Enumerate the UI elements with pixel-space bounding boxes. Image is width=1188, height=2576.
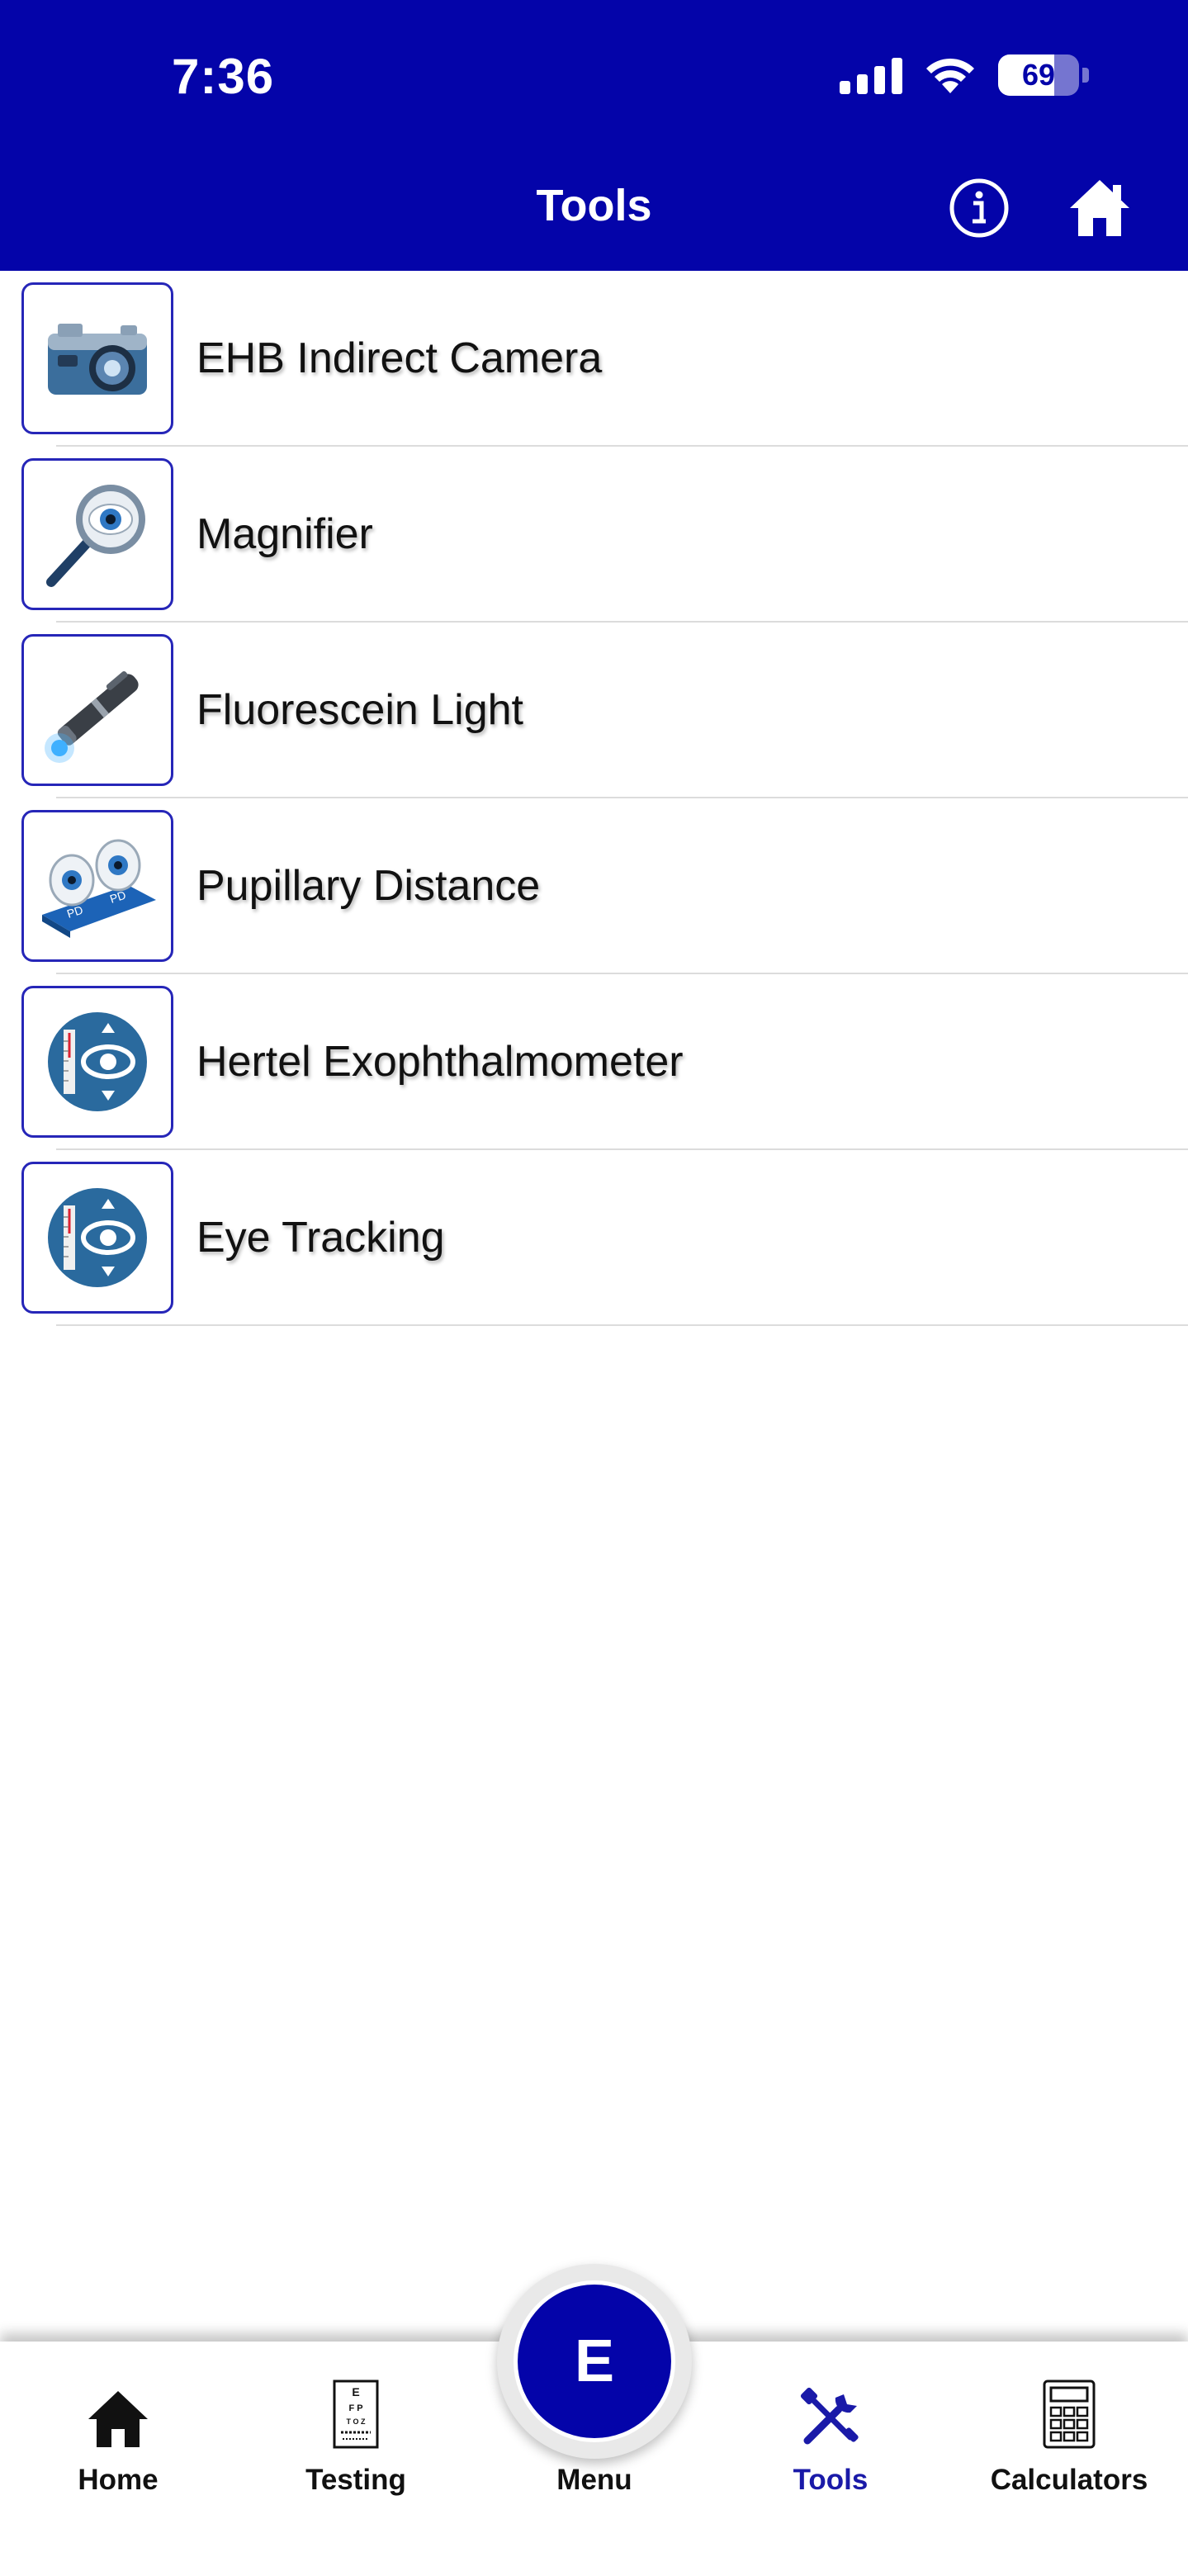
home-icon bbox=[1070, 180, 1129, 236]
tool-label: Eye Tracking bbox=[196, 1214, 445, 1262]
tool-row-pupillary-distance[interactable]: PD PD Pupillary Distance bbox=[0, 798, 1188, 974]
home-tab-icon bbox=[88, 2391, 148, 2447]
tool-label: EHB Indirect Camera bbox=[196, 334, 603, 382]
tab-label: Menu bbox=[556, 2464, 632, 2496]
tools-icon bbox=[800, 2387, 859, 2445]
battery-percent: 69 bbox=[1021, 58, 1056, 92]
wifi-icon bbox=[924, 55, 977, 95]
tool-list: EHB Indirect Camera Magnifier Fluorescei… bbox=[0, 271, 1188, 1326]
tab-tools[interactable]: Tools bbox=[748, 2366, 913, 2497]
battery-cap bbox=[1082, 68, 1089, 83]
app-screen: 7:36 69 Tools EHB Indirect Camera Magnif… bbox=[0, 0, 1188, 2576]
tab-testing[interactable]: E F P T O Z Testing bbox=[273, 2366, 438, 2497]
penlight-icon bbox=[21, 634, 173, 786]
eye-chart-icon: E F P T O Z bbox=[333, 2379, 379, 2449]
top-bar: 7:36 69 Tools bbox=[0, 0, 1188, 271]
calculator-icon bbox=[1043, 2379, 1096, 2449]
status-time: 7:36 bbox=[172, 49, 275, 104]
battery-indicator: 69 bbox=[998, 54, 1079, 96]
eye-tracking-icon bbox=[21, 1162, 173, 1314]
tool-row-eye-tracking[interactable]: Eye Tracking bbox=[0, 1150, 1188, 1326]
pupillary-distance-icon: PD PD bbox=[21, 810, 173, 962]
info-icon bbox=[949, 178, 1009, 238]
magnifier-icon bbox=[21, 458, 173, 610]
menu-fab-button[interactable]: E bbox=[497, 2264, 692, 2459]
svg-text:E: E bbox=[352, 2385, 359, 2398]
cellular-signal-icon bbox=[840, 56, 902, 94]
exophthalmometer-icon bbox=[21, 986, 173, 1138]
tab-label: Tools bbox=[793, 2464, 869, 2496]
camera-icon bbox=[21, 282, 173, 434]
tool-row-magnifier[interactable]: Magnifier bbox=[0, 447, 1188, 623]
tool-row-ehb-indirect-camera[interactable]: EHB Indirect Camera bbox=[0, 271, 1188, 447]
tab-label: Home bbox=[78, 2464, 159, 2496]
home-button[interactable] bbox=[1065, 173, 1134, 243]
svg-text:F P: F P bbox=[348, 2403, 362, 2413]
info-button[interactable] bbox=[944, 173, 1014, 243]
tool-row-fluorescein-light[interactable]: Fluorescein Light bbox=[0, 623, 1188, 798]
tool-label: Magnifier bbox=[196, 510, 373, 558]
menu-badge: E bbox=[514, 2280, 675, 2442]
svg-text:T O Z: T O Z bbox=[347, 2417, 366, 2426]
tab-calculators[interactable]: Calculators bbox=[987, 2366, 1152, 2497]
tool-row-hertel-exophthalmometer[interactable]: Hertel Exophthalmometer bbox=[0, 974, 1188, 1150]
tab-home[interactable]: Home bbox=[35, 2366, 201, 2497]
tool-label: Hertel Exophthalmometer bbox=[196, 1038, 684, 1086]
tab-label: Testing bbox=[305, 2464, 406, 2496]
tool-label: Pupillary Distance bbox=[196, 862, 541, 910]
tab-label: Calculators bbox=[990, 2464, 1148, 2496]
tool-label: Fluorescein Light bbox=[196, 686, 523, 734]
status-icons: 69 bbox=[840, 54, 1089, 96]
